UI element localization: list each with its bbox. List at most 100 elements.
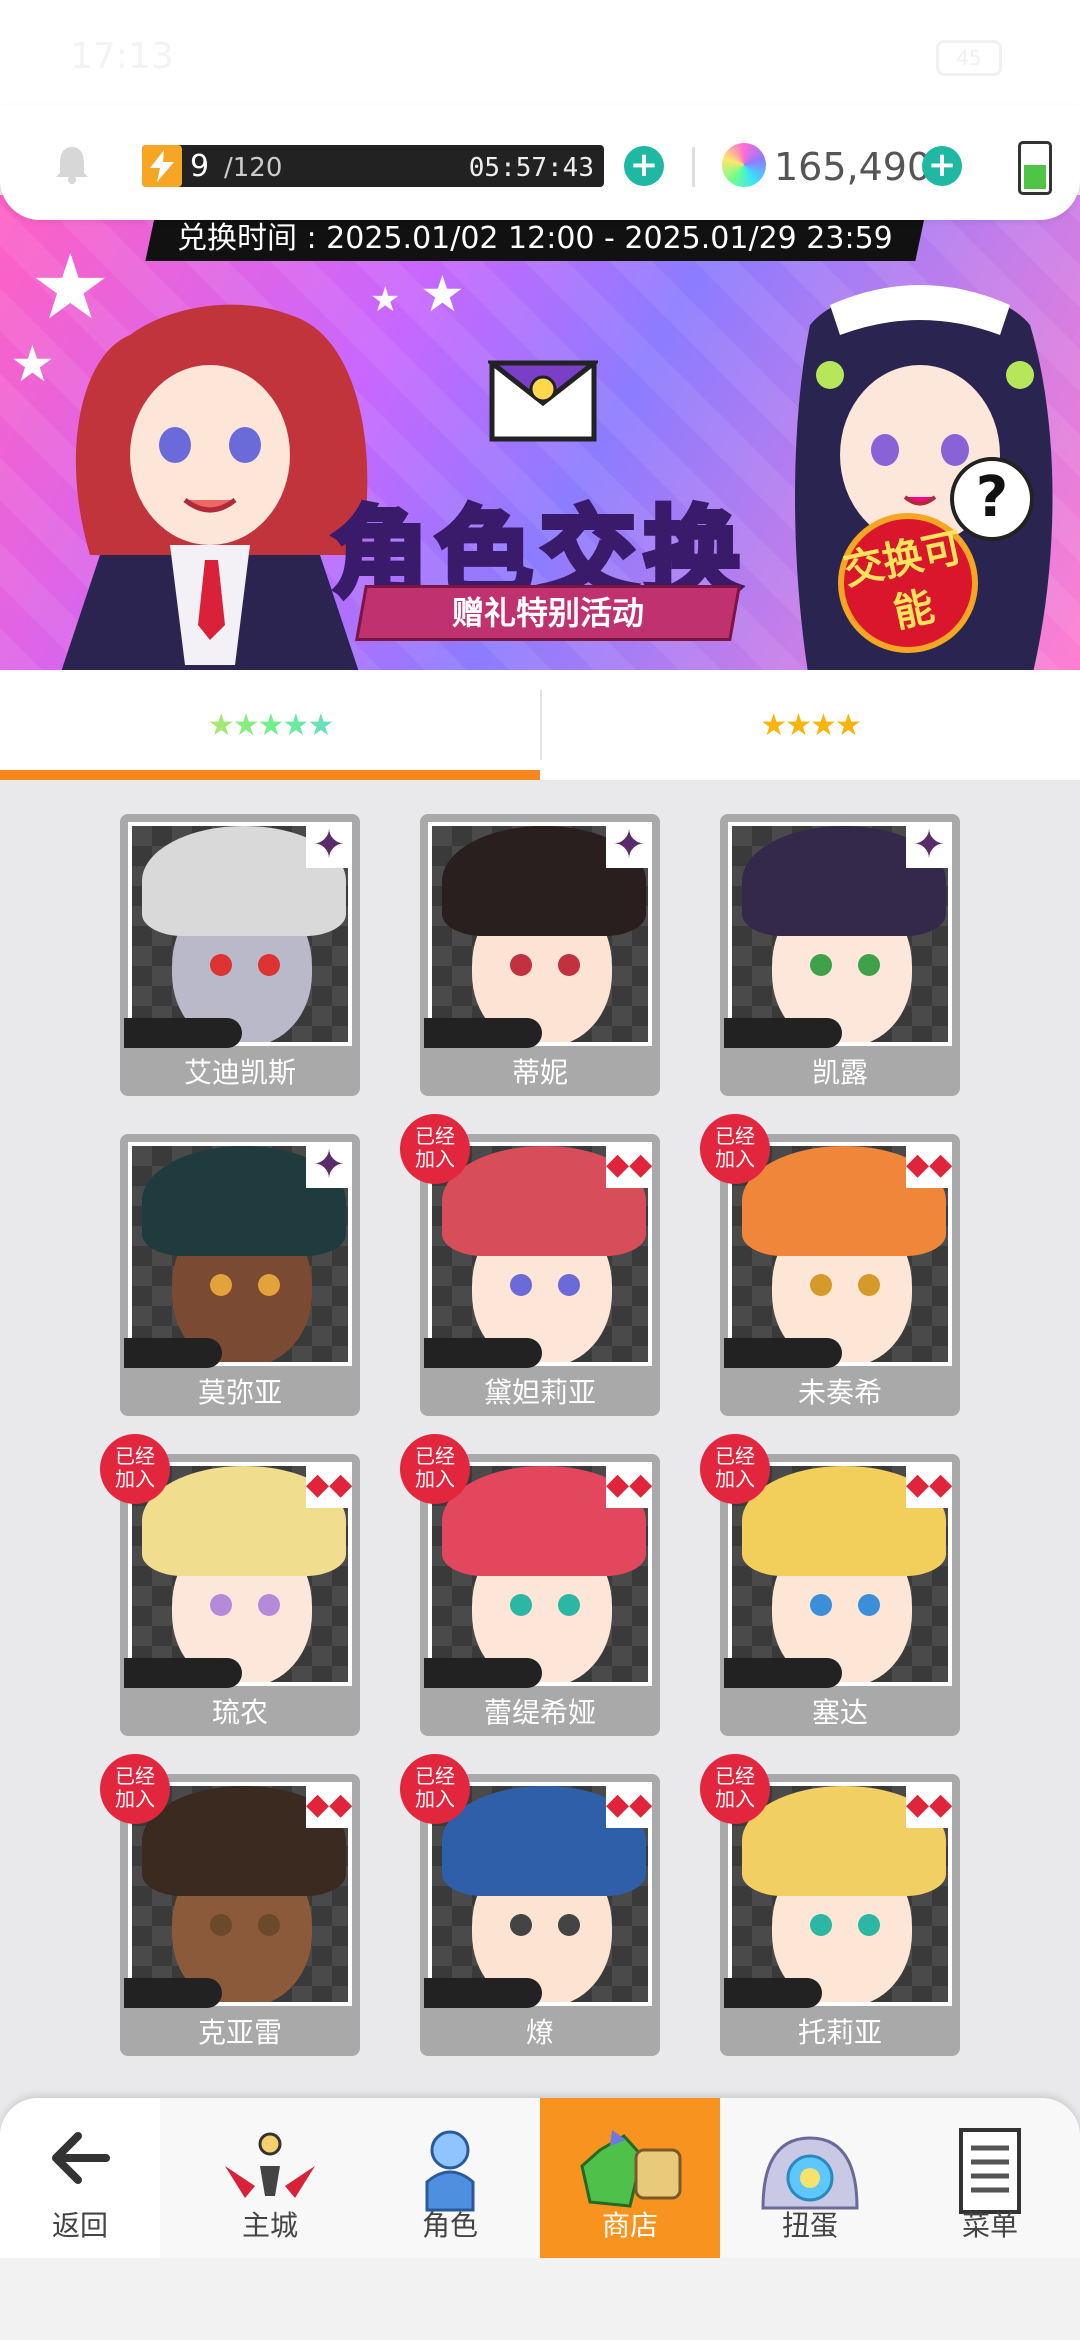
rarity-stars-icon: ★★★★: [124, 1338, 223, 1368]
nav-character[interactable]: 角色: [360, 2098, 540, 2258]
portrait-eye: [210, 954, 232, 976]
portrait-eye: [258, 1914, 280, 1936]
stamina-current: 9: [190, 149, 210, 184]
red-diamonds-icon: ◆◆: [306, 1782, 352, 1828]
tab-four-star[interactable]: ★★★★: [540, 670, 1080, 780]
portrait-eye: [258, 954, 280, 976]
portrait-eye: [210, 1594, 232, 1616]
exchange-period: 兑换时间 : 2025.01/02 12:00 - 2025.01/29 23:…: [145, 217, 925, 261]
purple-shuriken-icon: ✦: [606, 822, 652, 868]
nav-gacha[interactable]: 扭蛋: [720, 2098, 900, 2258]
red-diamonds-icon: ◆◆: [906, 1462, 952, 1508]
nav-label: 扭蛋: [781, 2209, 838, 2242]
portrait-eye: [258, 1594, 280, 1616]
red-diamonds-icon: ◆◆: [606, 1782, 652, 1828]
portrait-eye: [210, 1914, 232, 1936]
stamina-max: /120: [224, 153, 283, 183]
portrait-eye: [510, 1914, 532, 1936]
gem-count: 165,490: [774, 145, 932, 189]
nav-label: 主城: [241, 2209, 298, 2242]
system-home-bar: [0, 2258, 1080, 2340]
joined-badge: 已经 加入: [100, 1754, 170, 1824]
portrait-eye: [210, 1274, 232, 1296]
nav-castle[interactable]: 主城: [180, 2098, 360, 2258]
character-card[interactable]: ★★★★★ ◆◆ 蕾缇希娅 已经加入: [400, 1434, 660, 1736]
character-card[interactable]: ★★★★★ ◆◆ 燎 已经加入: [400, 1754, 660, 2056]
rarity-stars-icon: ★★★★★: [424, 1658, 542, 1688]
rarity-stars-icon: ★★★★★: [424, 1338, 542, 1368]
portrait-eye: [558, 954, 580, 976]
character-name: 蕾缇希娅: [483, 1696, 596, 1729]
character-icon: [425, 2130, 475, 2212]
portrait-eye: [858, 1914, 880, 1936]
joined-badge: 已经 加入: [700, 1754, 770, 1824]
joined-badge: 已经 加入: [100, 1434, 170, 1504]
rarity-stars-icon: ★★★★: [124, 1978, 223, 2008]
rarity-stars-icon: ★★★★★: [424, 1978, 542, 2008]
portrait-eye: [810, 1594, 832, 1616]
add-stamina-button[interactable]: +: [624, 146, 664, 186]
character-name: 塞达: [811, 1696, 868, 1729]
red-diamonds-icon: ◆◆: [906, 1142, 952, 1188]
portrait-eye: [810, 1914, 832, 1936]
portrait-eye: [858, 954, 880, 976]
character-card[interactable]: ★★★★★ ◆◆ 黛妲莉亚 已经加入: [400, 1114, 660, 1416]
portrait-eye: [510, 1594, 532, 1616]
shop-icon: [580, 2130, 682, 2208]
active-tab-indicator: [0, 770, 540, 780]
character-card[interactable]: ★★★★ ◆◆ 克亚雷 已经加入: [100, 1754, 360, 2056]
add-gems-button[interactable]: +: [922, 146, 962, 186]
bottom-navigation: 返回 主城 角色 商店 扭蛋 菜单: [0, 2098, 1080, 2258]
joined-badge: 已经 加入: [700, 1114, 770, 1184]
rarity-stars-icon: ★★★★: [724, 1978, 823, 2008]
tab-five-star[interactable]: ★★★★★: [0, 670, 540, 780]
banner-subtitle: 赠礼特别活动: [355, 585, 741, 641]
character-card[interactable]: ★★★★★ ◆◆ 琉农 已经加入: [100, 1434, 360, 1736]
stamina-bar: 9 /120 05:57:43: [142, 145, 604, 187]
bell-icon[interactable]: [52, 143, 92, 185]
character-name: 蒂妮: [511, 1056, 568, 1089]
rarity-stars-icon: ★★★★★: [724, 1018, 842, 1048]
character-card[interactable]: ★★★★★ ✦ 蒂妮: [420, 814, 660, 1096]
rarity-stars-icon: ★★★★★: [124, 1018, 242, 1048]
portrait-eye: [558, 1594, 580, 1616]
gift-envelope-icon: [488, 360, 598, 442]
red-diamonds-icon: ◆◆: [606, 1462, 652, 1508]
character-card[interactable]: ★★★★★ ✦ 艾迪凯斯: [120, 814, 360, 1096]
joined-badge: 已经 加入: [400, 1434, 470, 1504]
rarity-stars-icon: ★★★★★: [724, 1658, 842, 1688]
gacha-icon: [761, 2136, 859, 2210]
portrait-eye: [858, 1594, 880, 1616]
purple-shuriken-icon: ✦: [306, 1142, 352, 1188]
character-name: 克亚雷: [197, 2016, 282, 2049]
divider: [692, 147, 695, 187]
nav-label: 返回: [51, 2209, 108, 2242]
character-card[interactable]: ★★★★★ ✦ 凯露: [720, 814, 960, 1096]
portrait-eye: [810, 1274, 832, 1296]
nav-shop[interactable]: 商店: [540, 2098, 720, 2258]
joined-badge: 已经 加入: [400, 1114, 470, 1184]
nav-menu[interactable]: 菜单: [900, 2098, 1080, 2258]
castle-icon: [225, 2132, 315, 2198]
character-name: 黛妲莉亚: [483, 1376, 596, 1409]
rarity-tabs: ★★★★★ ★★★★: [0, 670, 1080, 780]
portrait-eye: [510, 1274, 532, 1296]
nav-back[interactable]: 返回: [0, 2098, 160, 2258]
purple-shuriken-icon: ✦: [906, 822, 952, 868]
help-button[interactable]: ?: [950, 457, 1034, 541]
red-diamonds-icon: ◆◆: [606, 1142, 652, 1188]
back-arrow-icon: [52, 2132, 110, 2184]
rarity-stars-icon: ★★★★★: [724, 1338, 842, 1368]
character-name: 托莉亚: [797, 2016, 882, 2049]
character-card[interactable]: ★★★★ ◆◆ 托莉亚 已经加入: [700, 1754, 960, 2056]
portrait-eye: [558, 1914, 580, 1936]
purple-shuriken-icon: ✦: [306, 822, 352, 868]
character-card[interactable]: ★★★★★ ◆◆ 未奏希 已经加入: [700, 1114, 960, 1416]
character-card[interactable]: ★★★★ ✦ 莫弥亚: [120, 1134, 360, 1416]
nav-label: 菜单: [961, 2209, 1018, 2242]
status-time: 17:13: [70, 36, 174, 77]
character-card[interactable]: ★★★★★ ◆◆ 塞达 已经加入: [700, 1434, 960, 1736]
menu-icon: [959, 2128, 1021, 2214]
portrait-eye: [558, 1274, 580, 1296]
red-diamonds-icon: ◆◆: [906, 1782, 952, 1828]
